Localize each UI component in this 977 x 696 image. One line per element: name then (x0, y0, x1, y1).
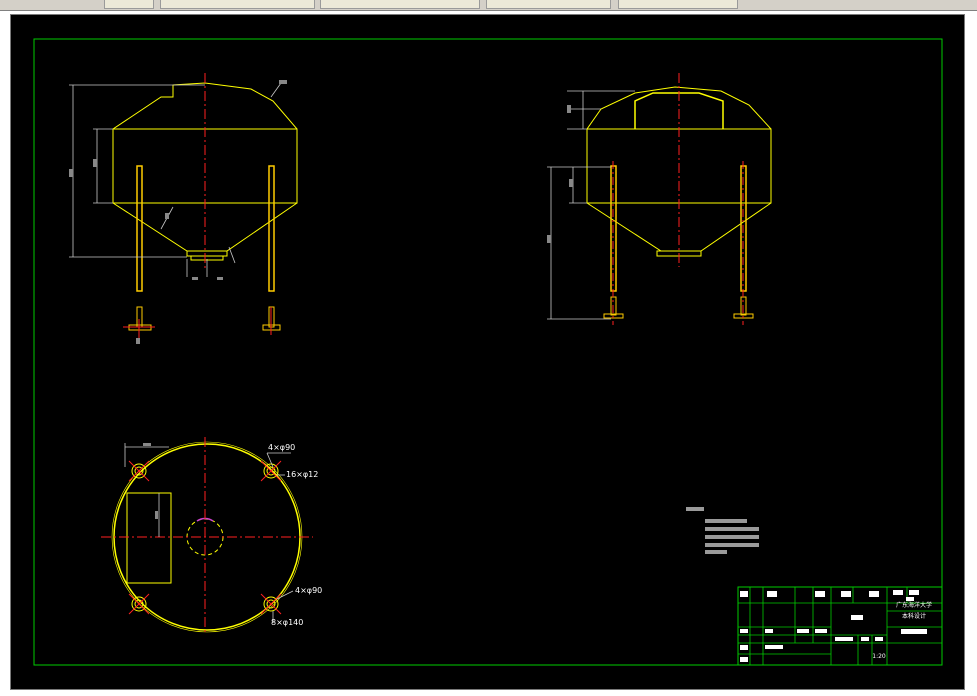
toolbar-tab-2[interactable] (320, 0, 480, 9)
drawing-frame (33, 38, 943, 666)
side-view (547, 73, 772, 325)
toolbar-tab-3[interactable] (486, 0, 611, 9)
title-block: 广东海洋大学 本科设计 1:20 (737, 586, 943, 666)
title-school-line1: 广东海洋大学 (896, 601, 932, 609)
annotation-bolt-circle: 8×φ140 (271, 618, 303, 627)
annotation-holes-bottom: 4×φ90 (295, 586, 322, 595)
title-scale: 1:20 (872, 653, 886, 660)
leg-left (136, 165, 143, 292)
toolbar-tab-1[interactable] (160, 0, 315, 9)
annotation-bolt-holes: 16×φ12 (286, 470, 318, 479)
title-school-line2: 本科设计 (902, 612, 926, 620)
toolbar-tab-4[interactable] (618, 0, 738, 9)
technical-notes (686, 507, 759, 554)
leg-right (268, 165, 275, 292)
annotation-holes-top: 4×φ90 (268, 443, 295, 452)
cad-canvas[interactable]: 4×φ90 16×φ12 4×φ90 8×φ140 广东海洋大学 本科设计 1:… (10, 14, 965, 690)
top-view: 4×φ90 16×φ12 4×φ90 8×φ140 (101, 437, 322, 635)
toolbar (0, 0, 977, 11)
drawing-sheet: 4×φ90 16×φ12 4×φ90 8×φ140 广东海洋大学 本科设计 1:… (33, 38, 943, 666)
toolbar-icons[interactable] (104, 0, 154, 9)
front-view (69, 73, 298, 344)
